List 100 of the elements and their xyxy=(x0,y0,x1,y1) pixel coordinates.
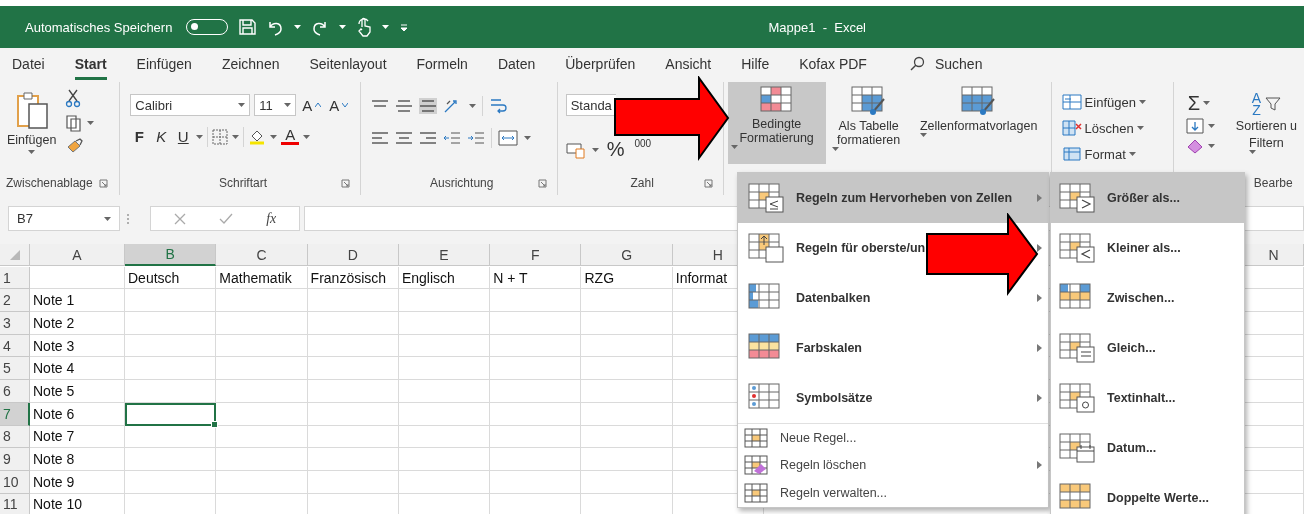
empty-cell[interactable] xyxy=(581,357,673,381)
column-header[interactable]: D xyxy=(307,244,399,266)
search-box[interactable]: Suchen xyxy=(902,55,989,73)
menu-item[interactable]: Regeln löschen xyxy=(738,451,1048,479)
number-format-field[interactable]: Standa xyxy=(565,94,616,116)
row-number[interactable]: 9 xyxy=(0,448,30,471)
row-number[interactable]: 2 xyxy=(0,289,30,313)
empty-cell[interactable] xyxy=(216,425,308,449)
empty-cell[interactable] xyxy=(581,448,673,471)
empty-cell[interactable] xyxy=(490,425,582,449)
empty-cell[interactable] xyxy=(581,470,673,494)
thousands-separator-button[interactable]: 000 xyxy=(632,136,654,151)
empty-cell[interactable] xyxy=(125,312,217,335)
select-all-corner[interactable] xyxy=(0,244,30,266)
empty-cell[interactable] xyxy=(125,448,217,471)
font-size-field[interactable]: 11 xyxy=(254,94,297,116)
empty-cell[interactable] xyxy=(307,448,399,471)
scissors-icon[interactable] xyxy=(65,88,82,108)
column-header[interactable]: A xyxy=(30,244,125,266)
menu-item[interactable]: Symbolsätze xyxy=(738,373,1048,423)
empty-cell[interactable] xyxy=(125,380,217,403)
borders-icon[interactable] xyxy=(212,128,229,145)
fill-handle[interactable] xyxy=(211,420,219,428)
empty-cell[interactable] xyxy=(216,312,308,335)
row-number[interactable]: 5 xyxy=(0,357,30,381)
empty-cell[interactable] xyxy=(490,312,582,335)
customize-icon[interactable] xyxy=(399,22,410,32)
menu-item[interactable]: Zwischen... xyxy=(1051,273,1244,323)
empty-cell[interactable] xyxy=(307,289,399,313)
align-right-icon[interactable] xyxy=(418,130,437,146)
row-number[interactable]: 7 xyxy=(0,402,30,426)
empty-cell[interactable] xyxy=(307,470,399,494)
empty-cell[interactable] xyxy=(307,380,399,403)
dialog-launcher-icon[interactable] xyxy=(537,178,547,188)
empty-cell[interactable] xyxy=(125,470,217,494)
empty-cell[interactable] xyxy=(307,312,399,335)
increase-font-button[interactable]: A xyxy=(300,94,324,116)
empty-cell[interactable] xyxy=(398,289,491,313)
empty-cell[interactable] xyxy=(216,289,308,313)
empty-cell[interactable] xyxy=(490,334,582,358)
empty-cell[interactable] xyxy=(490,380,582,403)
ribbon-tab[interactable]: Ansicht xyxy=(665,50,712,80)
selected-cell[interactable] xyxy=(125,402,217,426)
empty-cell[interactable] xyxy=(398,357,491,381)
ribbon-button[interactable]: Als Tabelle formatieren xyxy=(828,82,909,164)
column-header[interactable]: F xyxy=(490,244,582,266)
ribbon-button[interactable]: Format xyxy=(1059,144,1173,164)
row-number[interactable]: 1 xyxy=(0,266,30,290)
empty-cell[interactable] xyxy=(398,448,491,471)
row-number[interactable]: 8 xyxy=(0,425,30,449)
row-number[interactable]: 3 xyxy=(0,312,30,335)
empty-cell[interactable] xyxy=(125,334,217,358)
empty-cell[interactable] xyxy=(490,357,582,381)
underline-button[interactable]: U xyxy=(174,126,193,147)
ribbon-tab[interactable]: Datei xyxy=(12,50,45,80)
ribbon-tab[interactable]: Hilfe xyxy=(741,50,770,80)
empty-cell[interactable] xyxy=(490,470,582,494)
ribbon-tab[interactable]: Start xyxy=(74,50,107,80)
dialog-launcher-icon[interactable] xyxy=(703,178,713,188)
menu-item[interactable]: Größer als... xyxy=(1051,173,1244,223)
dialog-launcher-icon[interactable] xyxy=(98,178,108,188)
ribbon-tab[interactable]: Kofax PDF xyxy=(799,50,867,80)
column-header[interactable]: G xyxy=(581,244,673,266)
empty-cell[interactable] xyxy=(581,312,673,335)
ribbon-tab[interactable]: Zeichnen xyxy=(221,50,280,80)
decrease-indent-icon[interactable] xyxy=(442,130,461,146)
sort-filter-button[interactable]: A Z Sortieren u Filtern xyxy=(1232,92,1300,171)
empty-cell[interactable] xyxy=(490,289,582,313)
empty-cell[interactable] xyxy=(307,402,399,426)
ribbon-button[interactable]: Zellenformatvorlagen xyxy=(911,82,1046,164)
font-name-field[interactable]: Calibri xyxy=(130,94,251,116)
empty-cell[interactable] xyxy=(125,357,217,381)
menu-item[interactable]: Neue Regel... xyxy=(738,423,1048,451)
empty-cell[interactable] xyxy=(581,289,673,313)
menu-item[interactable]: Farbskalen xyxy=(738,323,1048,373)
empty-cell[interactable] xyxy=(581,334,673,358)
column-header[interactable]: C xyxy=(216,244,308,266)
menu-item[interactable]: Doppelte Werte... xyxy=(1051,473,1244,514)
ribbon-button[interactable]: Bedingte Formatierung xyxy=(727,82,826,164)
empty-cell[interactable] xyxy=(398,380,491,403)
merge-cells-icon[interactable] xyxy=(497,130,518,146)
empty-cell[interactable] xyxy=(398,312,491,335)
cancel-icon[interactable] xyxy=(173,212,186,225)
menu-item[interactable]: Kleiner als... xyxy=(1051,223,1244,273)
autosum-button[interactable]: Σ xyxy=(1185,92,1215,114)
align-middle-icon[interactable] xyxy=(394,98,413,114)
row-number[interactable]: 4 xyxy=(0,334,30,358)
empty-cell[interactable] xyxy=(125,289,217,313)
empty-cell[interactable] xyxy=(490,448,582,471)
eraser-icon[interactable] xyxy=(1185,138,1204,154)
empty-cell[interactable] xyxy=(216,402,308,426)
row-number[interactable]: 10 xyxy=(0,470,30,494)
enter-icon[interactable] xyxy=(218,212,233,225)
empty-cell[interactable] xyxy=(581,402,673,426)
menu-item[interactable]: Regeln verwalten... xyxy=(738,479,1048,507)
empty-cell[interactable] xyxy=(581,380,673,403)
empty-cell[interactable] xyxy=(216,380,308,403)
empty-cell[interactable] xyxy=(581,425,673,449)
currency-icon[interactable] xyxy=(565,140,586,159)
ribbon-tab[interactable]: Einfügen xyxy=(136,50,192,80)
